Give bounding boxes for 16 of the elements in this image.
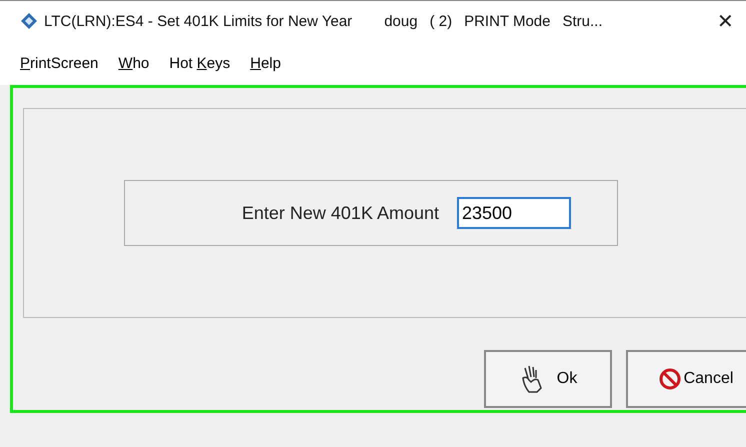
amount-label: Enter New 401K Amount xyxy=(242,202,439,224)
session-number: ( 2) xyxy=(430,12,452,30)
no-entry-icon xyxy=(658,368,681,390)
cancel-button[interactable]: Cancel xyxy=(626,350,746,408)
app-logo-icon xyxy=(20,12,38,30)
menu-item[interactable]: Who xyxy=(118,54,150,72)
window-title: LTC(LRN):ES4 - Set 401K Limits for New Year xyxy=(44,12,352,30)
mode-label: PRINT Mode xyxy=(464,12,550,30)
amount-field[interactable]: 23500 xyxy=(457,197,571,229)
menu-item[interactable]: Hot Keys xyxy=(169,54,230,72)
menu-item[interactable]: Help xyxy=(250,54,281,72)
status-text: Stru... xyxy=(562,12,602,30)
menu-item[interactable]: PrintScreen xyxy=(20,54,98,72)
user-name: doug xyxy=(384,12,418,30)
ok-button[interactable]: Ok xyxy=(484,350,612,408)
close-button[interactable]: ✕ xyxy=(705,8,746,34)
